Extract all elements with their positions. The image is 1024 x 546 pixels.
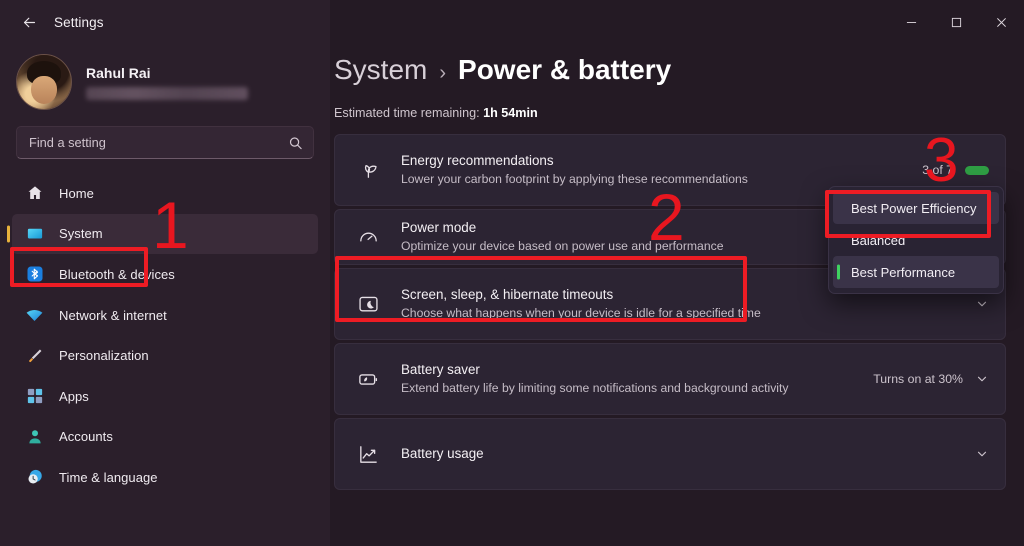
card-text: Battery usage [401,445,965,463]
card-right [975,297,989,311]
search-input[interactable]: Find a setting [16,126,314,159]
wifi-icon [25,306,44,325]
speedometer-icon [353,226,383,249]
card-title: Battery usage [401,445,484,461]
sidebar-item-home[interactable]: Home [12,173,318,214]
account-info: Rahul Rai [86,65,248,100]
app-title: Settings [54,14,104,30]
page-title: Power & battery [458,54,672,85]
sidebar-item-label: Home [59,185,94,201]
dropdown-option-label: Best Performance [851,264,956,280]
sidebar-item-label: Apps [59,388,89,404]
person-icon [25,427,44,446]
card-battery-usage[interactable]: Battery usage [334,418,1006,490]
sidebar: Settings Rahul Rai Find a setting Home S… [0,0,330,546]
card-title: Energy recommendations [401,153,554,169]
card-text: Battery saver Extend battery life by lim… [401,361,863,397]
card-subtitle: Optimize your device based on power use … [401,239,724,254]
power-mode-dropdown[interactable]: Best Power Efficiency Balanced Best Perf… [828,186,1004,294]
sidebar-item-label: Personalization [59,348,149,364]
apps-grid-icon [25,387,44,406]
dropdown-option-label: Best Power Efficiency [851,200,977,216]
account-email-redacted [86,86,248,100]
search-placeholder: Find a setting [29,135,106,150]
settings-window: Settings Rahul Rai Find a setting Home S… [0,0,1024,546]
system-monitor-icon [25,224,44,243]
close-button[interactable] [979,0,1024,44]
card-text: Energy recommendations Lower your carbon… [401,152,912,188]
sidebar-item-label: Accounts [59,429,113,445]
avatar-face [31,75,57,104]
estimate-value: 1h 54min [483,106,538,120]
account-row[interactable]: Rahul Rai [0,44,330,118]
sidebar-nav: Home System Bluetooth & devices Network … [0,169,330,498]
dropdown-option-balanced[interactable]: Balanced [833,224,999,256]
search-icon[interactable] [288,135,303,150]
sidebar-item-label: Time & language [59,469,158,485]
sidebar-item-time-language[interactable]: Time & language [12,457,318,498]
window-controls [889,0,1024,44]
status-indicator-green [965,165,989,175]
bluetooth-icon [25,265,44,284]
breadcrumb-parent[interactable]: System [334,54,427,86]
dropdown-option-label: Balanced [851,232,906,248]
sidebar-item-apps[interactable]: Apps [12,376,318,417]
card-subtitle: Lower your carbon footprint by applying … [401,172,748,187]
chevron-down-icon[interactable] [975,447,989,461]
sidebar-item-bluetooth-devices[interactable]: Bluetooth & devices [12,254,318,295]
card-title: Battery saver [401,362,480,378]
battery-saver-value: Turns on at 30% [873,372,963,386]
energy-recommendations-count: 3 of 7 [922,163,953,177]
card-right [975,447,989,461]
battery-leaf-icon [353,368,383,391]
sidebar-item-personalization[interactable]: Personalization [12,335,318,376]
estimated-time-remaining: Estimated time remaining: 1h 54min [334,106,1006,120]
sidebar-item-label: Bluetooth & devices [59,266,175,282]
card-right: 3 of 7 [922,163,989,177]
card-battery-saver[interactable]: Battery saver Extend battery life by lim… [334,343,1006,415]
maximize-icon [951,17,962,27]
leaf-icon [353,159,383,182]
screen-sleep-icon [353,293,383,316]
maximize-button[interactable] [934,0,979,44]
estimate-label: Estimated time remaining: [334,106,480,120]
card-subtitle: Choose what happens when your device is … [401,306,761,321]
back-button[interactable] [12,7,46,37]
chevron-right-icon: › [439,62,447,84]
avatar[interactable] [16,54,72,110]
search-container: Find a setting [0,118,330,169]
arrow-left-icon [23,17,35,27]
sidebar-item-accounts[interactable]: Accounts [12,417,318,458]
card-right: Turns on at 30% [873,372,989,386]
dropdown-option-best-power-efficiency[interactable]: Best Power Efficiency [833,192,999,224]
home-icon [25,184,44,203]
sidebar-item-system[interactable]: System [7,213,318,255]
dropdown-option-best-performance[interactable]: Best Performance [833,256,999,288]
chevron-down-icon[interactable] [975,372,989,386]
sidebar-item-label: Network & internet [59,307,167,323]
minimize-icon [906,21,917,23]
selection-indicator [837,264,840,280]
selection-indicator [7,225,10,243]
title-bar: Settings [0,0,330,44]
sidebar-item-label: System [59,226,103,242]
chevron-down-icon[interactable] [975,297,989,311]
minimize-button[interactable] [889,0,934,44]
close-icon [997,17,1006,27]
clock-globe-icon [25,468,44,487]
chart-line-icon [353,443,383,466]
account-name: Rahul Rai [86,64,151,81]
paintbrush-icon [25,346,44,365]
card-subtitle: Extend battery life by limiting some not… [401,381,789,396]
sidebar-item-network-internet[interactable]: Network & internet [12,295,318,336]
